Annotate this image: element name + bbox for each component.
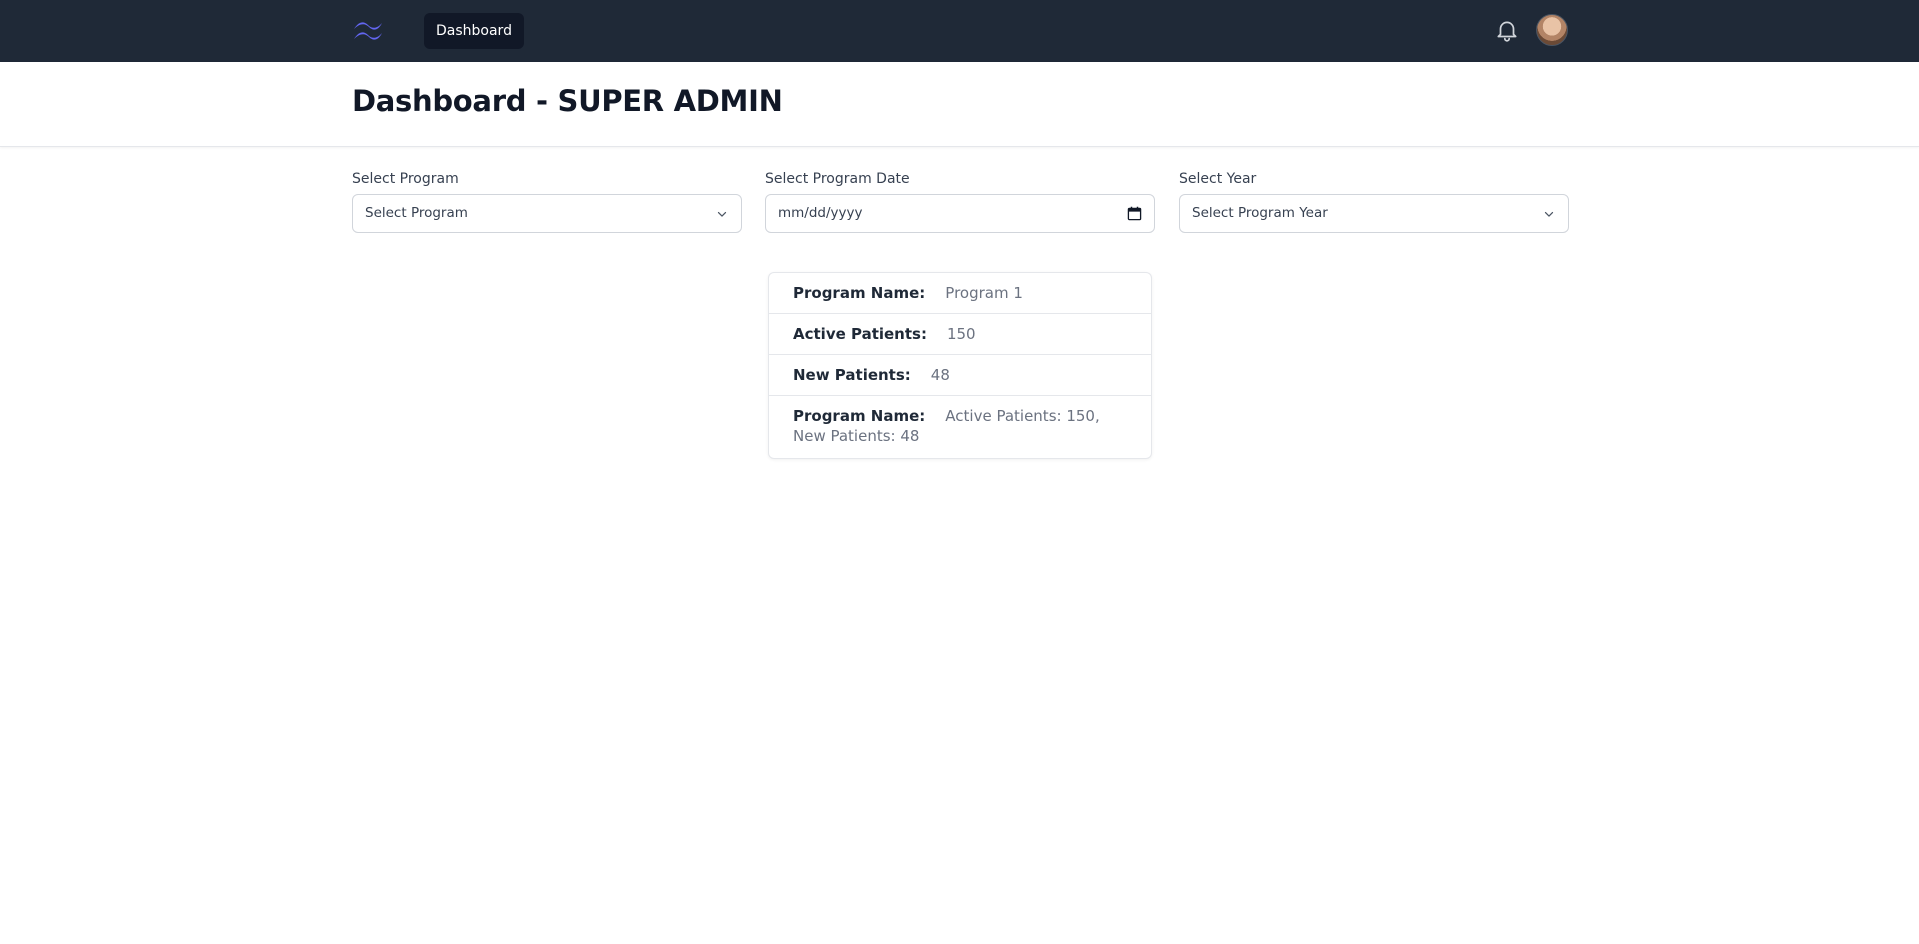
page-title: Dashboard - SUPER ADMIN	[352, 84, 783, 118]
list-item: New Patients: 48	[769, 355, 1151, 396]
list-item: Active Patients: 150	[769, 314, 1151, 355]
bell-icon[interactable]	[1494, 17, 1520, 43]
program-date-input[interactable]: mm/dd/yyyy	[765, 194, 1155, 233]
year-filter: Select Year Select Program Year	[1179, 170, 1569, 233]
chevron-down-icon	[1544, 211, 1554, 217]
user-avatar[interactable]	[1536, 14, 1568, 46]
wave-logo-icon[interactable]	[352, 17, 384, 45]
chevron-down-icon	[717, 211, 727, 217]
program-select-label: Select Program	[352, 171, 459, 187]
row-value: 48	[930, 366, 950, 384]
date-filter: Select Program Date mm/dd/yyyy	[765, 170, 1155, 233]
row-label: Program Name:	[793, 284, 926, 302]
date-input-label: Select Program Date	[765, 171, 910, 187]
year-select[interactable]: Select Program Year	[1179, 194, 1569, 233]
list-item: Program Name: Active Patients: 150, New P…	[769, 396, 1151, 458]
navbar-container: Dashboard	[352, 0, 1568, 62]
calendar-icon[interactable]	[1127, 206, 1142, 221]
year-select-value: Select Program Year	[1192, 205, 1328, 221]
program-summary-card: Program Name: Program 1 Active Patients: 1…	[768, 272, 1152, 459]
row-label: Active Patients:	[793, 325, 927, 343]
program-select[interactable]: Select Program	[352, 194, 742, 233]
page-header: Dashboard - SUPER ADMIN	[0, 62, 1919, 147]
program-select-value: Select Program	[365, 205, 468, 221]
row-label: New Patients:	[793, 366, 911, 384]
row-value: Program 1	[945, 284, 1023, 302]
year-select-label: Select Year	[1179, 171, 1257, 187]
program-filter: Select Program Select Program	[352, 170, 742, 233]
top-navbar: Dashboard	[0, 0, 1919, 62]
row-label: Program Name:	[793, 407, 926, 425]
row-value: 150	[946, 325, 976, 343]
list-item: Program Name: Program 1	[769, 273, 1151, 314]
date-input-value: mm/dd/yyyy	[778, 205, 863, 221]
nav-tab-dashboard[interactable]: Dashboard	[424, 13, 524, 49]
